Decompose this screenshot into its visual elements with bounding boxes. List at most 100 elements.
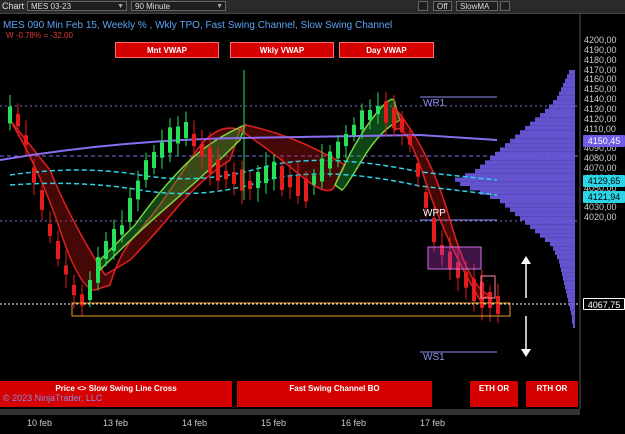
- price-tick-label: 4200,00: [584, 35, 617, 45]
- profile-bar: [561, 87, 575, 92]
- fast-channel-box: [427, 246, 482, 270]
- fast-channel-bo-button[interactable]: Fast Swing Channel BO: [237, 381, 432, 407]
- weekly-change: W -0.78% = -32.00: [6, 31, 73, 40]
- candle-body: [344, 133, 348, 147]
- profile-bar: [535, 117, 575, 122]
- candle-body: [472, 278, 476, 302]
- profile-bar: [510, 138, 575, 144]
- profile-bar: [560, 263, 575, 268]
- date-label: 13 feb: [103, 418, 129, 428]
- price-tick-label: 4030,00: [584, 202, 617, 213]
- candle-body: [224, 170, 228, 180]
- profile-bar: [572, 315, 575, 320]
- candle-body: [384, 101, 388, 123]
- rth-or-button[interactable]: RTH OR: [526, 381, 578, 407]
- profile-bar: [490, 156, 575, 161]
- wpp-label: WPP: [423, 208, 446, 219]
- profile-bar: [566, 289, 575, 294]
- profile-bar: [475, 168, 575, 174]
- candle-body: [304, 178, 308, 202]
- ws1-label: WS1: [423, 352, 445, 363]
- price-tick-label: 4160,00: [584, 74, 617, 85]
- monthly-vwap-button[interactable]: Mnt VWAP: [115, 42, 219, 58]
- profile-bar: [525, 220, 575, 225]
- price-tick-label: 4080,00: [584, 153, 617, 164]
- price-chart[interactable]: [0, 0, 625, 434]
- candle-body: [40, 190, 44, 210]
- candle-body: [280, 165, 284, 191]
- candle-body: [32, 167, 36, 183]
- profile-bar: [570, 306, 575, 311]
- profile-bar: [550, 242, 575, 247]
- profile-bar: [515, 134, 575, 139]
- eth-or-button[interactable]: ETH OR: [470, 381, 518, 407]
- candle-body: [200, 143, 204, 157]
- candle-body: [248, 180, 252, 190]
- profile-bar: [567, 74, 575, 79]
- candle-body: [256, 172, 260, 188]
- profile-bar: [559, 91, 575, 96]
- profile-bar: [567, 293, 575, 298]
- profile-bar: [553, 246, 575, 251]
- candle-body: [144, 160, 148, 180]
- profile-bar: [500, 199, 575, 204]
- profile-bar: [480, 190, 575, 195]
- candle-body: [416, 163, 420, 177]
- profile-bar: [569, 70, 575, 75]
- candle-body: [72, 284, 76, 296]
- candle-body: [176, 126, 180, 144]
- profile-bar: [565, 285, 575, 290]
- profile-bar: [490, 194, 575, 199]
- candle-body: [216, 159, 220, 181]
- candle-body: [288, 176, 292, 188]
- price-tick-label: 4180,00: [584, 54, 617, 65]
- profile-bar: [460, 181, 575, 187]
- wr1-label: WR1: [423, 98, 446, 109]
- candle-body: [120, 225, 124, 235]
- price-tick-label: 4120,00: [584, 113, 617, 124]
- price-tick-label: 4140,00: [584, 94, 617, 105]
- profile-bar: [572, 319, 575, 324]
- profile-bar: [510, 207, 575, 212]
- candle-body: [88, 279, 92, 301]
- horizontal-scrollbar[interactable]: [0, 409, 580, 415]
- candle-body: [264, 166, 268, 184]
- date-label: 17 feb: [420, 418, 446, 428]
- weekly-level-tag: 4150,45: [583, 135, 625, 147]
- candle-body: [432, 217, 436, 243]
- date-label: 14 feb: [182, 418, 208, 428]
- price-tick-label: 4110,00: [584, 123, 616, 134]
- price-tick-label: 4020,00: [584, 212, 617, 223]
- profile-bar: [562, 272, 575, 277]
- candle-body: [320, 158, 324, 182]
- last-price-tag: 4067,75: [583, 298, 625, 310]
- profile-bar: [540, 233, 575, 238]
- candle-body: [312, 175, 316, 185]
- candle-body: [368, 110, 372, 120]
- profile-bar: [564, 280, 575, 285]
- candle-body: [296, 176, 300, 196]
- profile-bar: [485, 160, 575, 165]
- date-label: 16 feb: [341, 418, 367, 428]
- price-tick-label: 4190,00: [584, 44, 617, 55]
- candle-body: [360, 110, 364, 130]
- candle-body: [232, 172, 236, 184]
- copyright: © 2023 NinjaTrader, LLC: [3, 393, 103, 403]
- weekly-vwap-button[interactable]: Wkly VWAP: [230, 42, 334, 58]
- candle-body: [408, 135, 412, 145]
- candle-body: [184, 121, 188, 139]
- candle-body: [240, 169, 244, 191]
- candle-body: [208, 147, 212, 173]
- profile-bar: [520, 130, 575, 135]
- profile-bar: [505, 143, 575, 148]
- price-tick-label: 4070,00: [584, 163, 617, 174]
- candle-body: [56, 240, 60, 260]
- price-tick-label: 4130,00: [584, 103, 617, 114]
- candle-body: [192, 133, 196, 147]
- profile-bar: [540, 113, 575, 118]
- candle-body: [168, 127, 172, 153]
- candle-body: [376, 105, 380, 115]
- profile-bar: [565, 78, 575, 83]
- daily-vwap-button[interactable]: Day VWAP: [339, 42, 434, 58]
- candle-body: [16, 113, 20, 127]
